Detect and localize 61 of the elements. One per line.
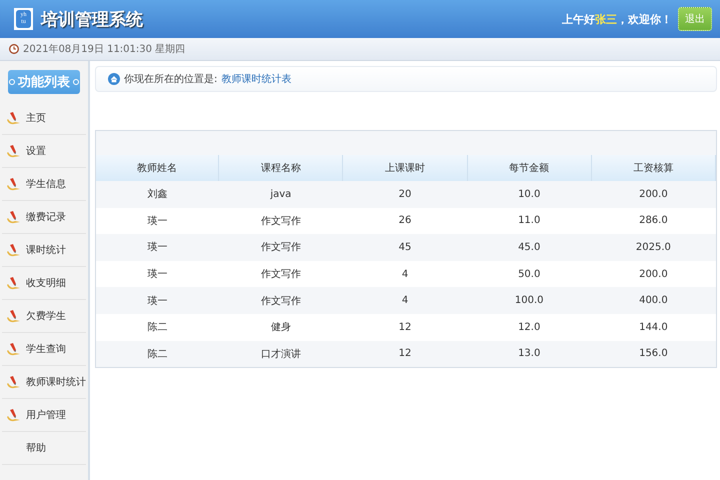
table-cell: 200.0: [591, 260, 716, 288]
sidebar-item[interactable]: 学生信息: [2, 168, 86, 201]
user-name: 张三: [595, 12, 617, 26]
table-cell: 12: [342, 314, 468, 341]
table-cell: 12: [342, 340, 468, 368]
table-cell: 400.0: [591, 287, 716, 314]
table-cell: 作文写作: [218, 260, 343, 288]
sidebar-item[interactable]: 欠费学生: [2, 300, 86, 333]
table-cell: 20: [342, 181, 468, 208]
table-cell: 286.0: [591, 208, 716, 234]
table-cell: 刘鑫: [96, 181, 219, 208]
table-cell: 口才演讲: [218, 340, 343, 368]
sidebar-item[interactable]: 主页: [2, 102, 86, 135]
table-cell: 瑛一: [96, 208, 219, 234]
table-cell: 瑛一: [96, 287, 219, 314]
table-cell: 144.0: [591, 314, 716, 341]
sidebar-title: 功能列表: [8, 70, 80, 94]
column-header: 课程名称: [218, 155, 343, 181]
table-cell: 45.0: [467, 234, 592, 261]
table-cell: 2025.0: [591, 234, 716, 261]
table-cell: 瑛一: [96, 260, 219, 288]
table-cell: 陈二: [96, 340, 219, 368]
table-cell: 作文写作: [218, 208, 343, 234]
table-cell: 200.0: [591, 181, 716, 208]
sidebar-item[interactable]: 教师课时统计: [2, 366, 86, 399]
column-header: 工资核算: [591, 155, 716, 181]
column-header: 上课课时: [342, 155, 468, 181]
sidebar-item[interactable]: 收支明细: [2, 267, 86, 300]
table-cell: 4: [342, 287, 468, 314]
column-header: 每节金额: [467, 155, 592, 181]
table-cell: 45: [342, 234, 468, 261]
table-cell: 26: [342, 208, 468, 234]
sidebar-item[interactable]: 缴费记录: [2, 201, 86, 234]
home-icon: [108, 73, 120, 85]
sidebar-item[interactable]: 课时统计: [2, 234, 86, 267]
breadcrumb-label: 你现在所在的位置是:: [124, 72, 218, 86]
sidebar-item[interactable]: 帮助: [2, 432, 86, 465]
table-cell: 健身: [218, 314, 343, 341]
welcome-text: ，欢迎你！: [617, 12, 672, 26]
table-cell: 12.0: [467, 314, 592, 341]
table-cell: 瑛一: [96, 234, 219, 261]
column-header: 教师姓名: [96, 155, 219, 181]
breadcrumb-link[interactable]: 教师课时统计表: [221, 72, 292, 86]
table-cell: 作文写作: [218, 234, 343, 261]
sidebar-item[interactable]: 用户管理: [2, 399, 86, 432]
table-cell: 10.0: [467, 181, 592, 208]
table-cell: 11.0: [467, 208, 592, 234]
table-cell: 13.0: [467, 340, 592, 368]
table-cell: 陈二: [96, 314, 219, 341]
table-cell: 作文写作: [218, 287, 343, 314]
sidebar-item[interactable]: 设置: [2, 135, 86, 168]
greeting-text: 上午好: [562, 12, 595, 26]
sidebar-item[interactable]: 学生查询: [2, 333, 86, 366]
table-cell: 156.0: [591, 340, 716, 368]
table-cell: 4: [342, 260, 468, 288]
clock-icon: [9, 44, 19, 54]
table-cell: 100.0: [467, 287, 592, 314]
app-title: 培训管理系统: [41, 8, 143, 30]
date-time: 2021年08月19日 11:01:30 星期四: [23, 42, 186, 56]
table-cell: java: [218, 181, 343, 208]
table-cell: 50.0: [467, 260, 592, 288]
